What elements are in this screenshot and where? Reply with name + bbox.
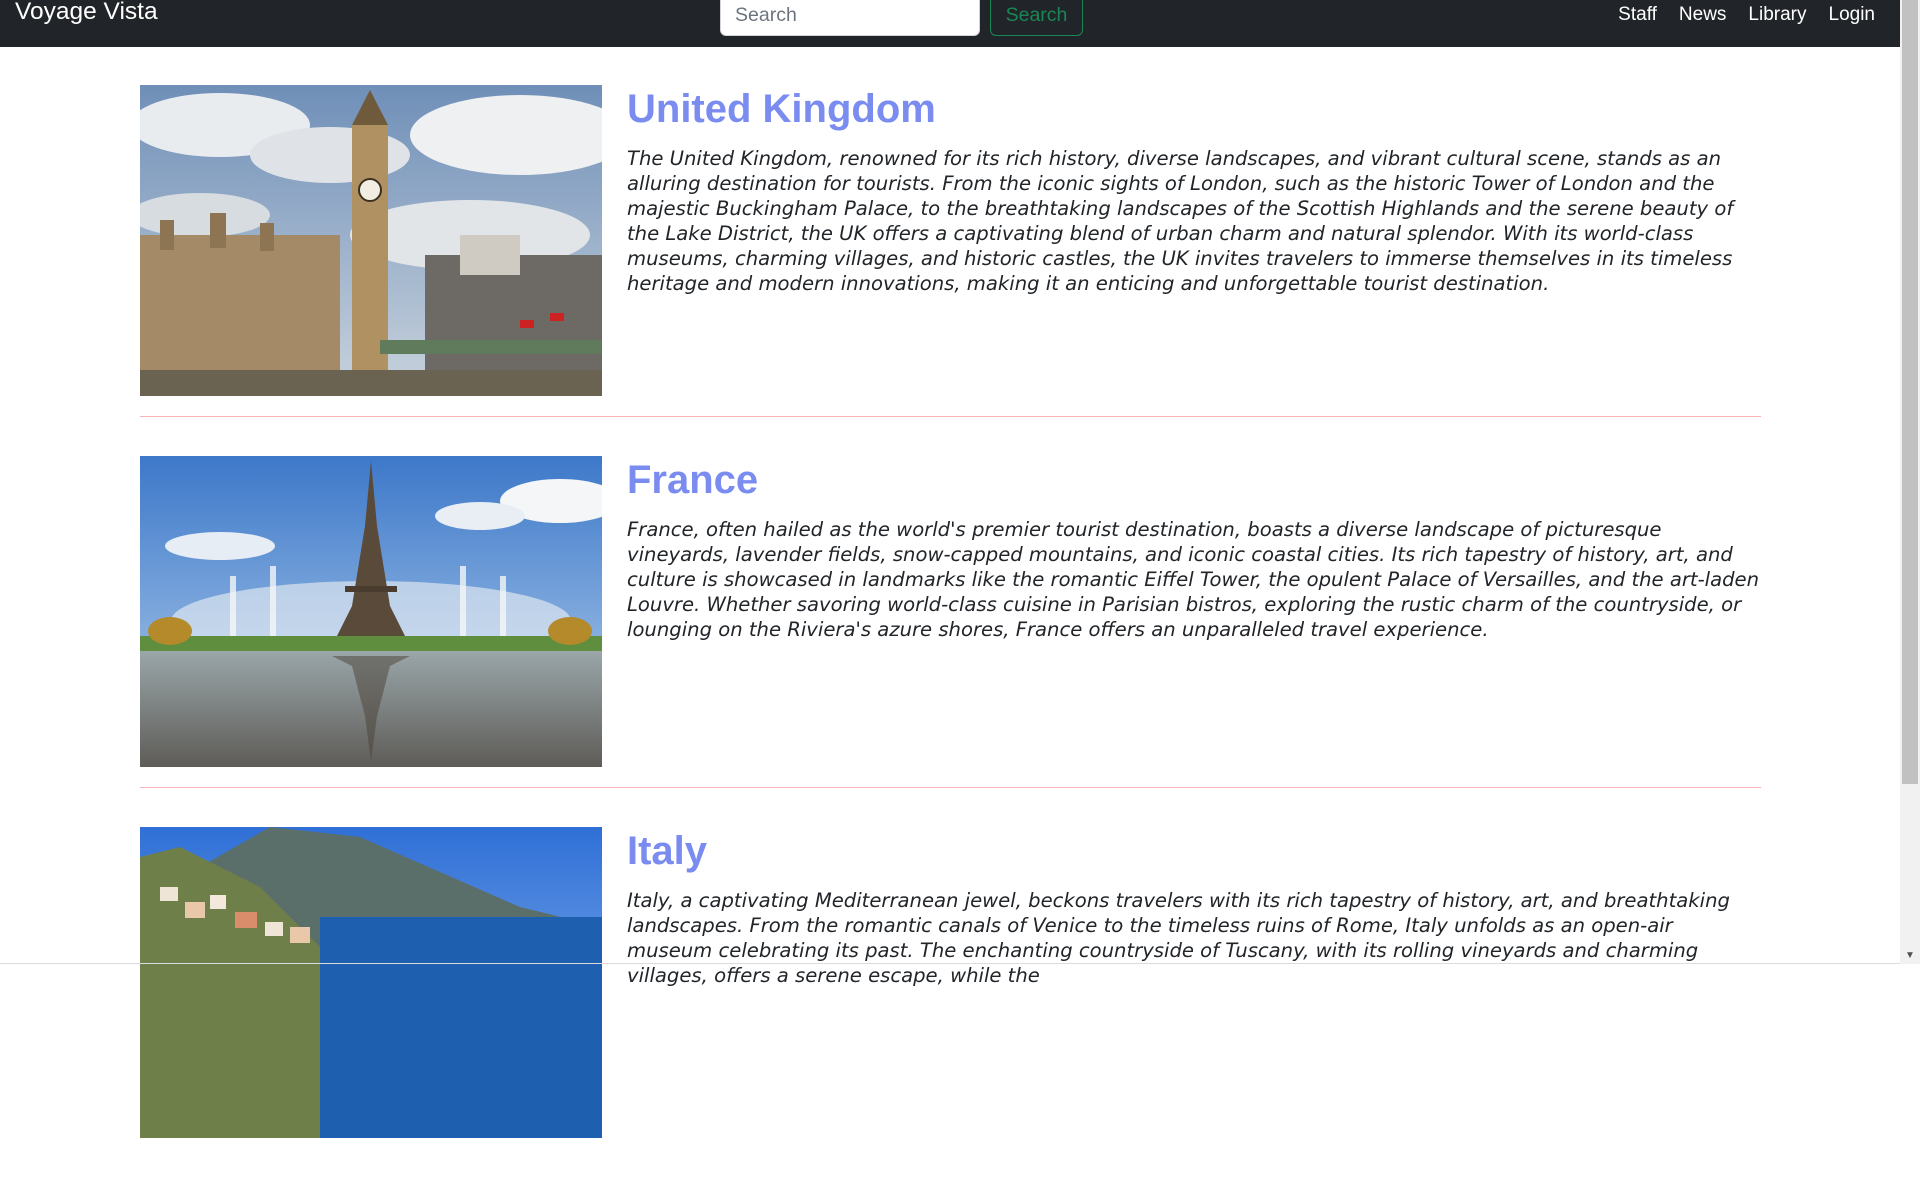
country-title[interactable]: France: [627, 456, 758, 504]
nav-link-login[interactable]: Login: [1829, 1, 1876, 29]
scrollbar-thumb[interactable]: [1902, 0, 1918, 784]
search-input[interactable]: [720, 0, 980, 36]
country-card-united-kingdom: United Kingdom The United Kingdom, renow…: [140, 85, 1761, 456]
top-navbar: Voyage Vista Search Staff News Library L…: [0, 0, 1900, 47]
section-divider: [140, 416, 1761, 417]
nav-link-staff[interactable]: Staff: [1618, 1, 1657, 29]
destination-list: United Kingdom The United Kingdom, renow…: [140, 85, 1761, 1198]
country-title[interactable]: Italy: [627, 827, 707, 875]
country-description: The United Kingdom, renowned for its ric…: [627, 147, 1734, 295]
search-button[interactable]: Search: [990, 0, 1083, 36]
france-image: [140, 456, 602, 767]
united-kingdom-image: [140, 85, 602, 396]
vertical-scrollbar[interactable]: ▼: [1900, 0, 1920, 964]
italy-image: [140, 827, 602, 1138]
section-divider: [140, 787, 1761, 788]
country-description: France, often hailed as the world's prem…: [627, 518, 1760, 641]
nav-link-library[interactable]: Library: [1748, 1, 1806, 29]
scroll-down-arrow-icon[interactable]: ▼: [1900, 947, 1920, 964]
country-card-italy: Italy Italy, a captivating Mediterranean…: [140, 827, 1761, 1198]
nav-links: Staff News Library Login: [1618, 0, 1875, 30]
site-brand[interactable]: Voyage Vista: [15, 0, 158, 27]
country-card-france: France France, often hailed as the world…: [140, 456, 1761, 827]
country-title[interactable]: United Kingdom: [627, 85, 936, 133]
country-description: Italy, a captivating Mediterranean jewel…: [627, 889, 1730, 987]
nav-link-news[interactable]: News: [1679, 1, 1727, 29]
